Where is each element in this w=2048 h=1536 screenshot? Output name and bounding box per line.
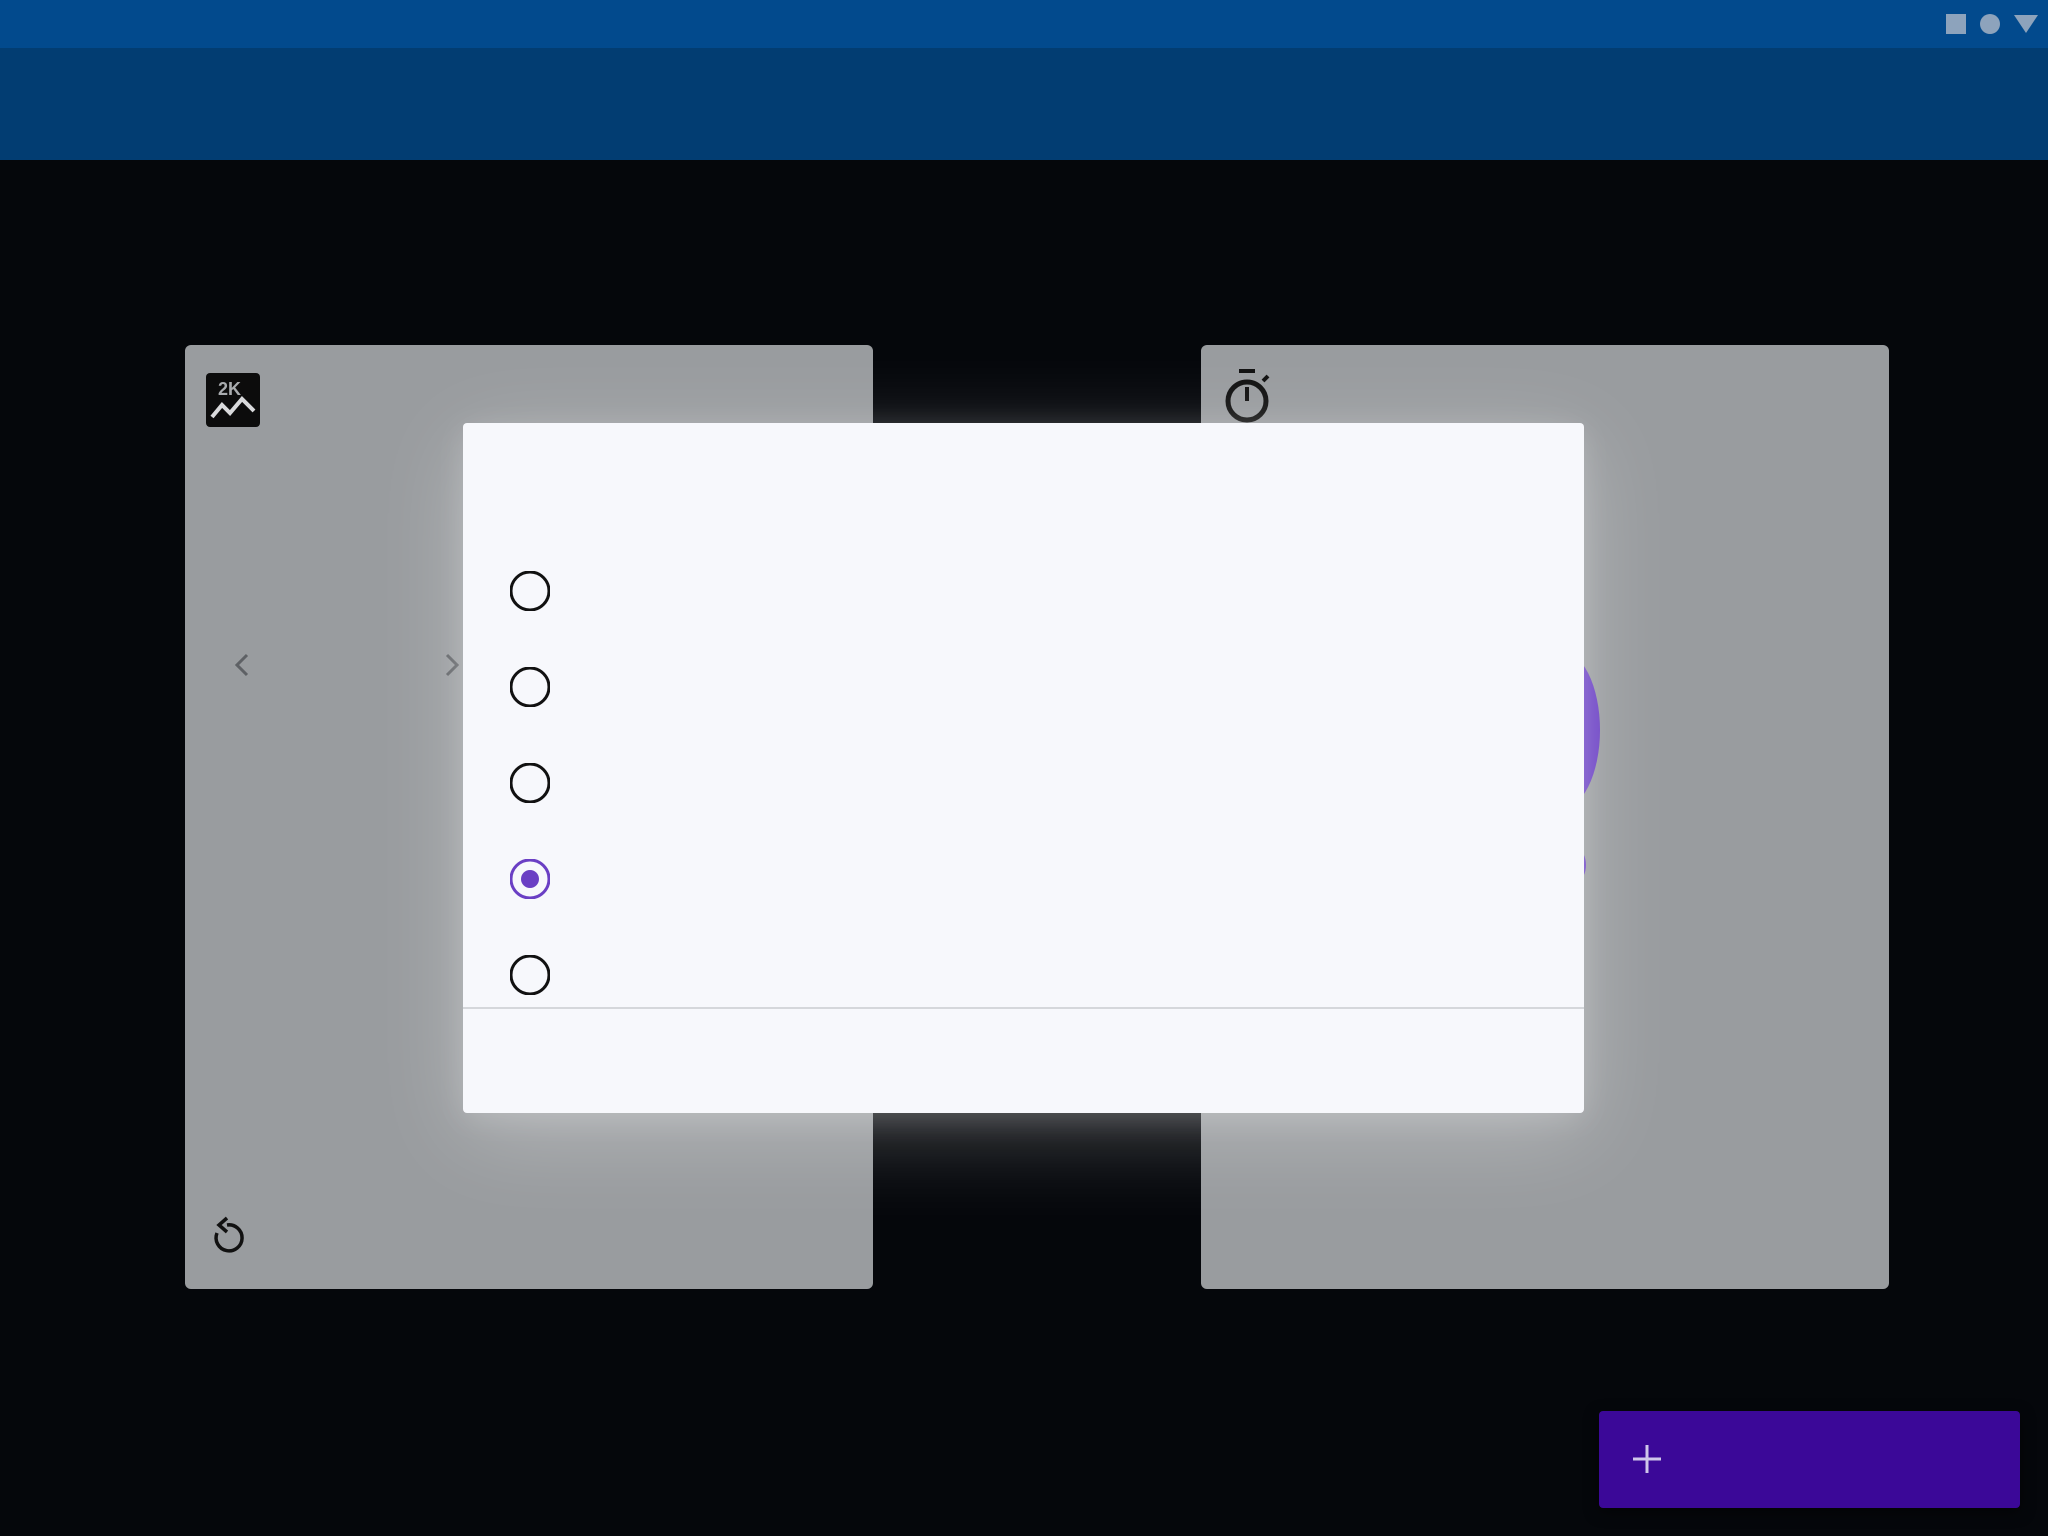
radio-option[interactable] [463,927,1584,1005]
status-icons [1946,14,2038,34]
app-root: 2K [0,0,2048,1536]
circle-icon [1980,14,2000,34]
reset-icon[interactable] [207,1215,247,1259]
radio-option-selected[interactable] [463,831,1584,927]
radio-selected-icon[interactable] [510,859,550,899]
radio-option[interactable] [463,543,1584,639]
radio-unselected-icon[interactable] [510,763,550,803]
svg-text:2K: 2K [218,379,241,399]
dialog-options-list[interactable] [463,543,1584,1005]
timer-icon[interactable] [1221,367,1273,425]
dialog-actions [1544,1033,1560,1089]
radio-unselected-icon[interactable] [510,667,550,707]
radio-option[interactable] [463,639,1584,735]
add-fab-button[interactable] [1599,1411,2020,1508]
chevron-left-icon[interactable] [227,645,257,685]
radio-dialog [463,423,1584,1113]
square-icon [1946,14,1966,34]
plus-icon [1633,1445,1661,1473]
radio-unselected-icon[interactable] [510,571,550,611]
app-bar [0,48,2048,160]
radio-option[interactable] [463,735,1584,831]
radio-unselected-icon[interactable] [510,955,550,995]
chart-2k-icon[interactable]: 2K [206,373,260,427]
dialog-divider [463,1007,1584,1009]
triangle-icon [2014,15,2038,33]
status-bar [0,0,2048,48]
